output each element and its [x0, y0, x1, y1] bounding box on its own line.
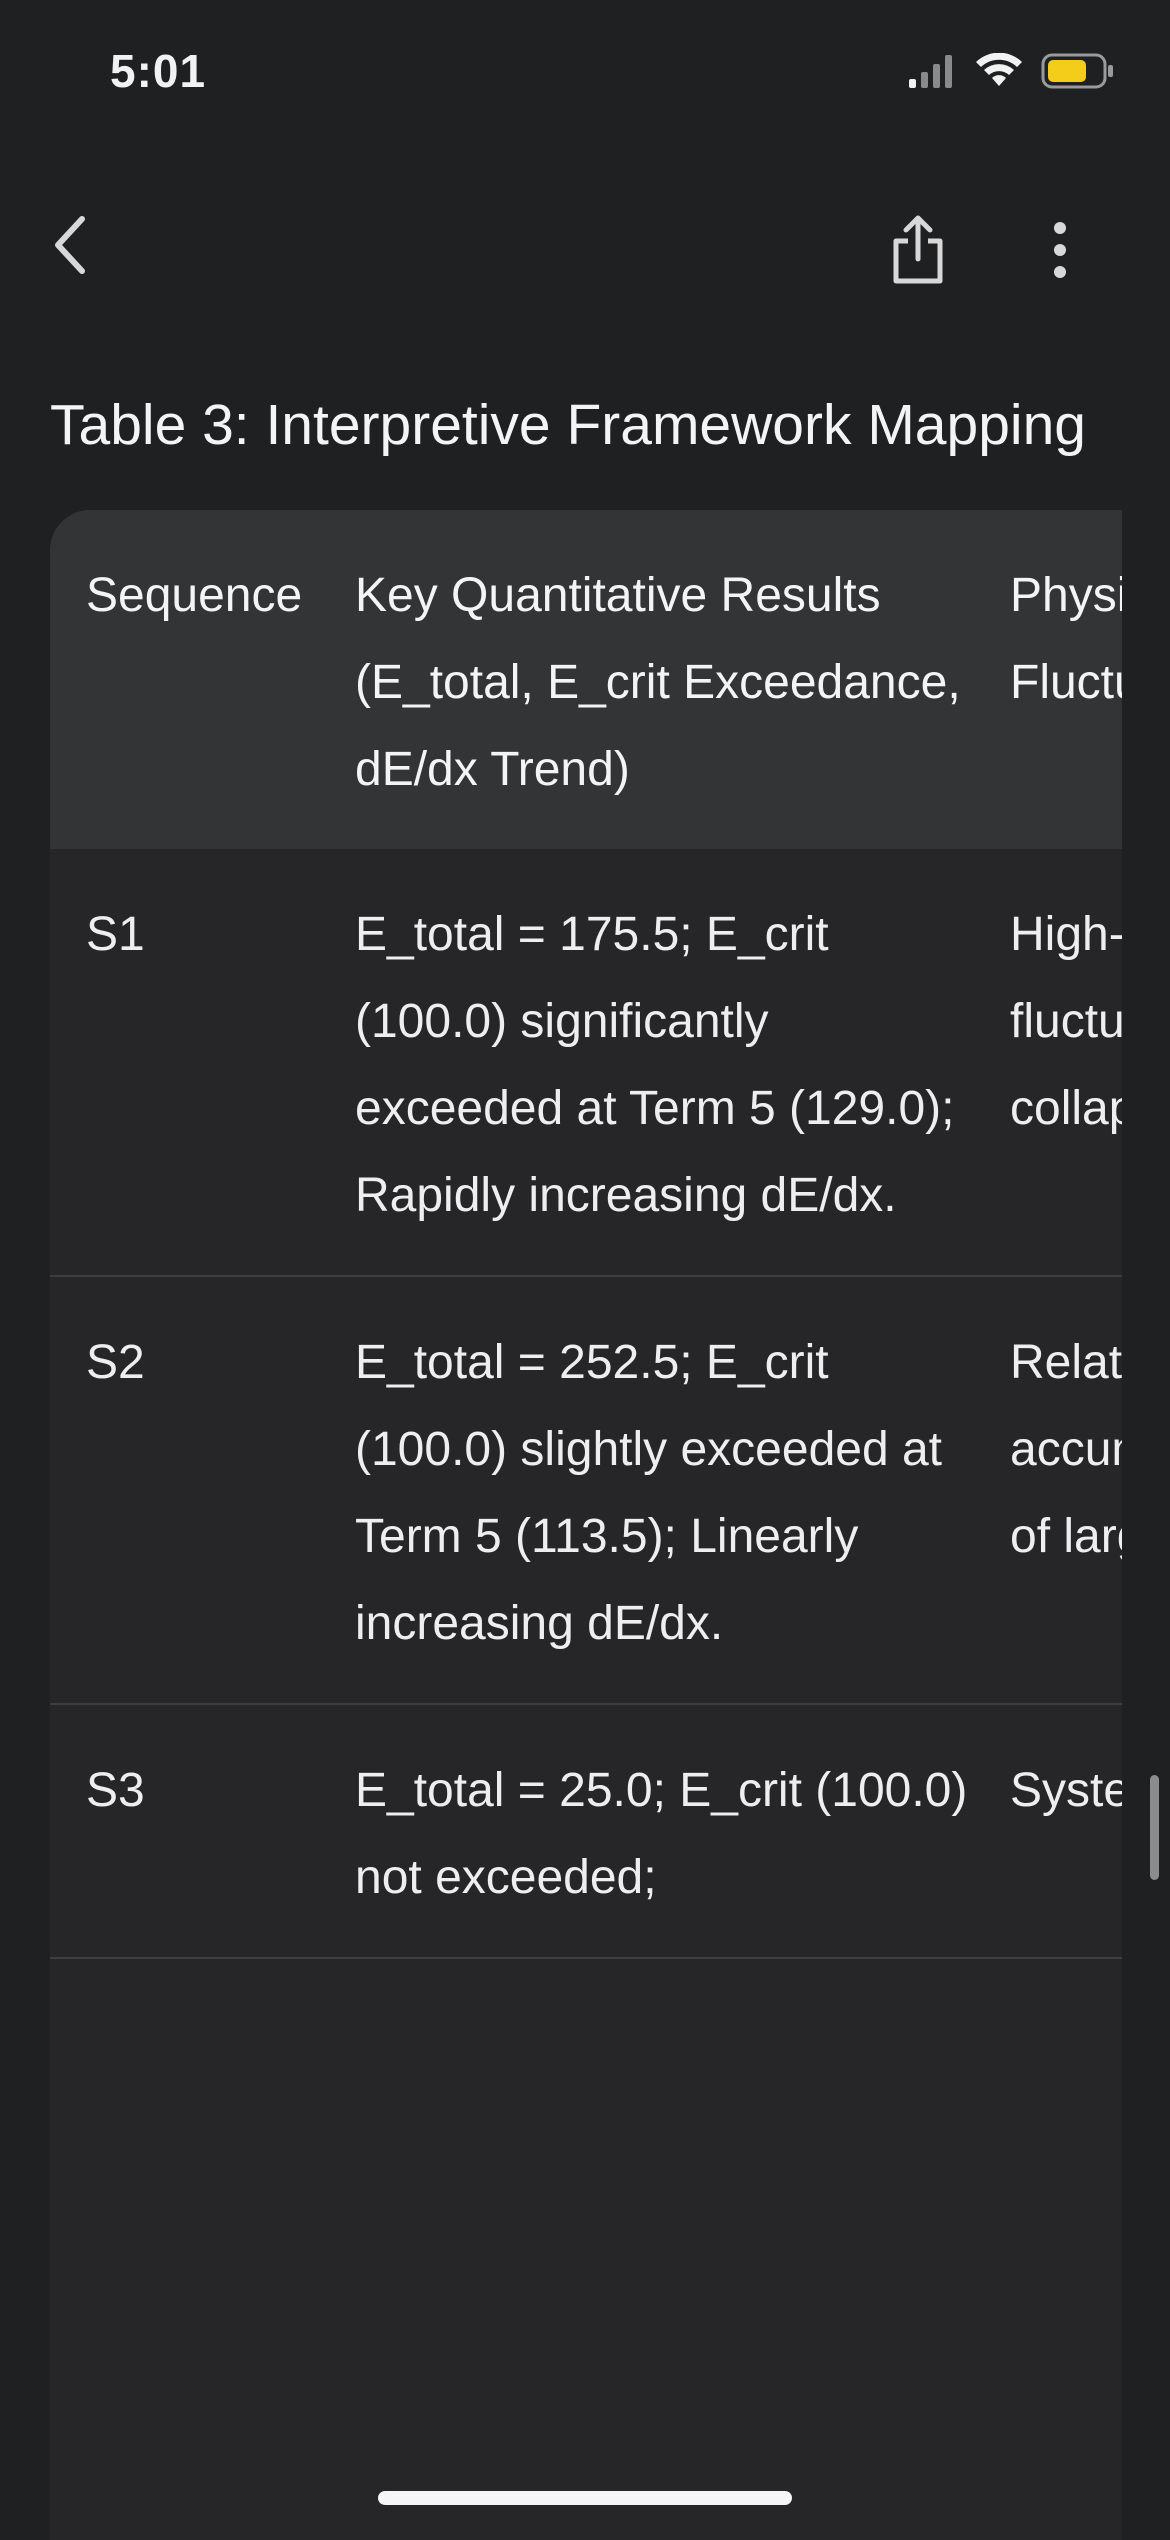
status-icons — [907, 52, 1115, 95]
scroll-indicator[interactable] — [1150, 1775, 1159, 1880]
table-title: Table 3: Interpretive Framework Mapping — [50, 393, 1086, 457]
cell-sequence: S1 — [86, 908, 145, 961]
cell-results: E_total = 175.5; E_crit (100.0) signific… — [355, 908, 955, 1222]
cell-sequence: S3 — [86, 1764, 145, 1817]
cellular-signal-icon — [907, 53, 957, 94]
status-bar: 5:01 — [0, 0, 1170, 150]
share-icon — [893, 215, 942, 284]
wifi-icon — [975, 52, 1023, 94]
header-key-results: Key Quantitative Results (E_total, E_cri… — [355, 569, 961, 796]
back-button[interactable] — [35, 210, 105, 280]
home-indicator[interactable] — [378, 2491, 792, 2505]
table-row: S1 E_total = 175.5; E_crit (100.0) signi… — [50, 849, 1122, 1276]
cell-interpretation: Relatively resilient configuration: accu… — [1010, 1336, 1122, 1563]
share-button[interactable] — [880, 210, 955, 290]
table-container[interactable]: Sequence Key Quantitative Results (E_tot… — [50, 510, 1122, 2540]
table-row: S3 E_total = 25.0; E_crit (100.0) not ex… — [50, 1704, 1122, 1958]
cell-sequence: S2 — [86, 1336, 145, 1389]
cell-interpretation: System configuration — [1010, 1764, 1122, 1817]
table-row: S2 E_total = 252.5; E_crit (100.0) sligh… — [50, 1276, 1122, 1704]
cell-results: E_total = 252.5; E_crit (100.0) slightly… — [355, 1336, 943, 1650]
status-time: 5:01 — [110, 45, 207, 97]
chevron-left-icon — [55, 216, 85, 274]
more-vertical-icon — [1054, 222, 1066, 278]
cell-results: E_total = 25.0; E_crit (100.0) not excee… — [355, 1764, 968, 1904]
header-sequence: Sequence — [86, 569, 303, 622]
more-options-button[interactable] — [1030, 210, 1090, 290]
header-physical-interpretation: Physical Interpretation within Fluctuati… — [1010, 569, 1122, 709]
battery-icon — [1041, 52, 1115, 95]
cell-interpretation: High-energy process: strong fluctuations… — [1010, 908, 1122, 1135]
framework-table: Sequence Key Quantitative Results (E_tot… — [50, 510, 1122, 1959]
top-toolbar — [0, 180, 1170, 310]
table-header-row: Sequence Key Quantitative Results (E_tot… — [50, 510, 1122, 849]
